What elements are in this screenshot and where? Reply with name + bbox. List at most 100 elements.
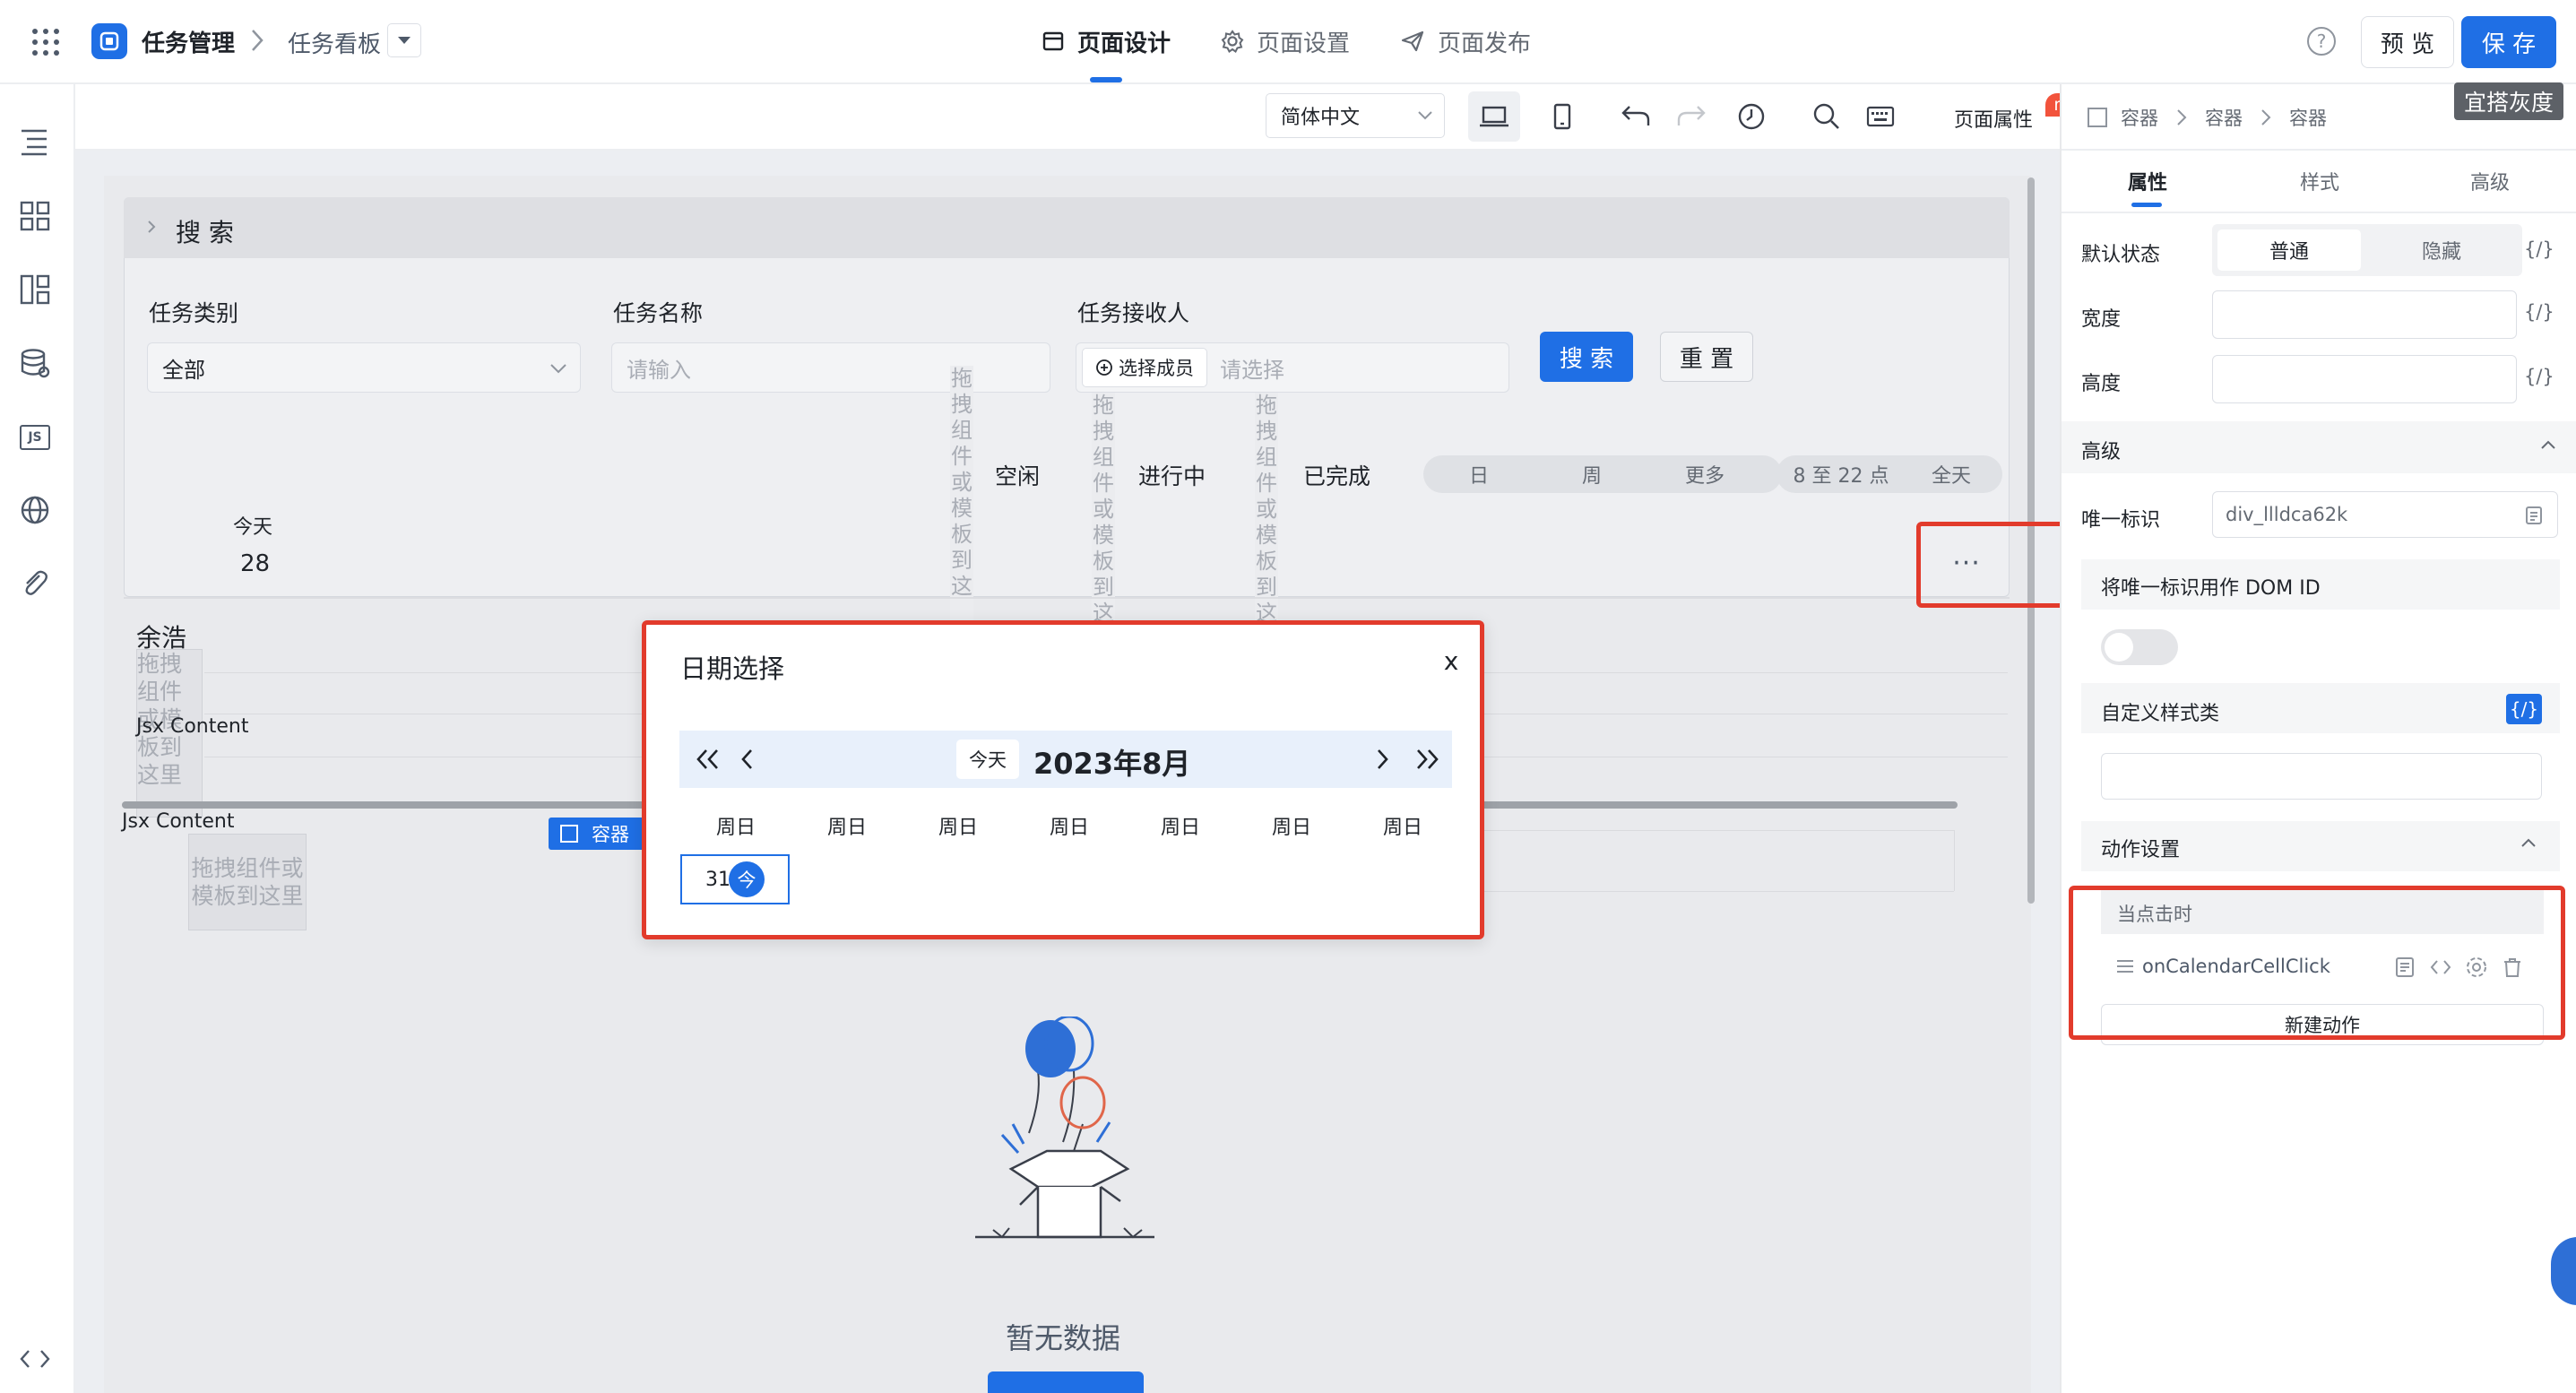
drag-hint-vertical-2: 拖拽组件或模板到这 bbox=[1092, 393, 1115, 626]
custom-class-label: 自定义样式类 bbox=[2101, 703, 2220, 725]
copy-icon[interactable] bbox=[2523, 505, 2545, 526]
save-button[interactable]: 保 存 bbox=[2461, 16, 2556, 68]
globe-icon[interactable] bbox=[20, 495, 50, 525]
app-grid-icon[interactable] bbox=[30, 27, 61, 57]
prev-month-icon[interactable] bbox=[739, 747, 756, 772]
calendar-cell-day: 31 bbox=[705, 868, 730, 891]
js-icon[interactable]: JS bbox=[20, 425, 50, 450]
chevron-right-icon bbox=[249, 27, 265, 54]
attachment-icon[interactable] bbox=[20, 568, 50, 599]
dialog-close-button[interactable]: x bbox=[1435, 645, 1467, 677]
language-select[interactable]: 简体中文 bbox=[1266, 93, 1445, 138]
tab-advanced[interactable]: 高级 bbox=[2470, 167, 2510, 195]
breadcrumb-item[interactable]: 容器 bbox=[2289, 104, 2327, 131]
page-dropdown-button[interactable] bbox=[387, 23, 421, 57]
weekday-header-5: 周日 bbox=[1272, 817, 1312, 839]
jsx-content-1: Jsx Content bbox=[136, 715, 249, 738]
tab-label: 页面设计 bbox=[1077, 30, 1171, 57]
view-tab-day[interactable]: 日 bbox=[1423, 455, 1534, 493]
view-tab-week[interactable]: 周 bbox=[1536, 455, 1647, 493]
empty-state-text: 暂无数据 bbox=[1006, 1321, 1121, 1355]
tab-style[interactable]: 样式 bbox=[2300, 167, 2339, 195]
tab-page-design[interactable]: 页面设计 bbox=[1042, 25, 1171, 57]
date-picker-dialog: 日期选择 x 今天 2023年8月 周日 周日 周日 周日 周日 周日 周日 3… bbox=[642, 620, 1484, 939]
tab-label: 页面发布 bbox=[1438, 30, 1532, 57]
tooltip-gray-release: 宜搭灰度 bbox=[2454, 82, 2563, 120]
search-icon[interactable] bbox=[1812, 102, 1841, 131]
container-icon bbox=[560, 825, 578, 843]
binding-code-icon[interactable]: {/} bbox=[2524, 238, 2554, 260]
today-marker: 今 bbox=[729, 861, 765, 897]
code-toggle-icon[interactable] bbox=[20, 1348, 50, 1370]
state-normal-option[interactable]: 普通 bbox=[2217, 229, 2361, 271]
advanced-section-title: 高级 bbox=[2081, 441, 2122, 463]
components-grid-icon[interactable] bbox=[20, 201, 50, 231]
custom-class-input[interactable] bbox=[2101, 753, 2542, 800]
task-type-value: 全部 bbox=[162, 357, 205, 383]
active-tab-indicator bbox=[2131, 203, 2162, 207]
select-member-button[interactable]: 选择成员 bbox=[1082, 348, 1207, 387]
container-tag[interactable]: 容器 bbox=[549, 818, 654, 850]
next-year-icon[interactable] bbox=[1413, 747, 1440, 772]
help-icon[interactable]: ? bbox=[2307, 27, 2336, 56]
calendar-cell-selected[interactable]: 31 今 bbox=[680, 854, 790, 904]
width-input[interactable] bbox=[2212, 290, 2517, 339]
keyboard-icon[interactable] bbox=[1866, 106, 1895, 127]
property-panel bbox=[2060, 84, 2576, 1393]
mobile-view-icon[interactable] bbox=[1536, 91, 1588, 142]
page-properties-button[interactable]: 页面属性 bbox=[1954, 104, 2033, 133]
advanced-section-header[interactable] bbox=[2062, 421, 2576, 473]
breadcrumb-item[interactable]: 容器 bbox=[2205, 104, 2243, 131]
app-name[interactable]: 任务管理 bbox=[142, 25, 235, 58]
collapse-chevron-icon[interactable] bbox=[145, 219, 158, 235]
highlight-action-settings bbox=[2069, 886, 2565, 1040]
search-title: 搜 索 bbox=[176, 218, 234, 247]
search-button[interactable]: 搜 索 bbox=[1540, 332, 1633, 382]
chevron-down-icon bbox=[1418, 111, 1432, 120]
hour-range-tab[interactable]: 8 至 22 点 bbox=[1778, 455, 1904, 493]
send-icon bbox=[1401, 30, 1424, 52]
next-month-icon[interactable] bbox=[1374, 747, 1390, 772]
binding-code-icon[interactable]: {/} bbox=[2524, 301, 2554, 323]
dom-id-switch[interactable] bbox=[2101, 629, 2178, 665]
chevron-up-icon[interactable] bbox=[2520, 837, 2537, 848]
reset-button[interactable]: 重 置 bbox=[1660, 332, 1753, 382]
redo-icon[interactable] bbox=[1676, 104, 1707, 127]
layout-panels-icon[interactable] bbox=[20, 274, 50, 305]
empty-state-action-button[interactable] bbox=[988, 1371, 1144, 1393]
task-name-placeholder: 请输入 bbox=[627, 357, 691, 383]
layout-icon bbox=[1042, 31, 1064, 51]
height-label: 高度 bbox=[2081, 373, 2122, 395]
state-hidden-option[interactable]: 隐藏 bbox=[2366, 229, 2517, 271]
task-type-select[interactable]: 全部 bbox=[147, 342, 581, 393]
all-day-tab[interactable]: 全天 bbox=[1904, 455, 1999, 493]
chevron-right-icon bbox=[2177, 109, 2187, 125]
breadcrumb-item[interactable]: 容器 bbox=[2121, 104, 2158, 131]
view-tab-more[interactable]: 更多 bbox=[1649, 455, 1760, 493]
uid-input[interactable]: div_llldca62k bbox=[2212, 491, 2558, 538]
today-button[interactable]: 今天 bbox=[956, 740, 1019, 779]
tab-properties[interactable]: 属性 bbox=[2128, 167, 2167, 195]
tab-label: 页面设置 bbox=[1257, 30, 1351, 57]
today-label: 今天 bbox=[233, 516, 273, 539]
chevron-down-icon bbox=[550, 364, 566, 374]
assignee-picker[interactable]: 选择成员 请选择 bbox=[1076, 342, 1509, 393]
weekday-header-2: 周日 bbox=[938, 817, 979, 839]
binding-code-active-icon[interactable]: {/} bbox=[2506, 694, 2542, 724]
outline-tree-icon[interactable] bbox=[20, 127, 52, 156]
height-input[interactable] bbox=[2212, 355, 2517, 403]
undo-icon[interactable] bbox=[1621, 104, 1651, 127]
tab-page-publish[interactable]: 页面发布 bbox=[1400, 25, 1531, 57]
history-icon[interactable] bbox=[1737, 102, 1766, 131]
tab-page-settings[interactable]: 页面设置 bbox=[1221, 25, 1350, 57]
chevron-up-icon[interactable] bbox=[2540, 439, 2556, 450]
page-name[interactable]: 任务看板 bbox=[288, 26, 381, 59]
dialog-title: 日期选择 bbox=[680, 653, 785, 684]
current-month: 2023年8月 bbox=[1033, 747, 1191, 781]
desktop-view-icon[interactable] bbox=[1468, 91, 1520, 142]
prev-year-icon[interactable] bbox=[695, 747, 722, 772]
task-name-input[interactable]: 请输入 bbox=[611, 342, 1050, 393]
data-source-icon[interactable] bbox=[20, 348, 50, 378]
binding-code-icon[interactable]: {/} bbox=[2524, 366, 2554, 387]
preview-button[interactable]: 预 览 bbox=[2361, 16, 2454, 68]
